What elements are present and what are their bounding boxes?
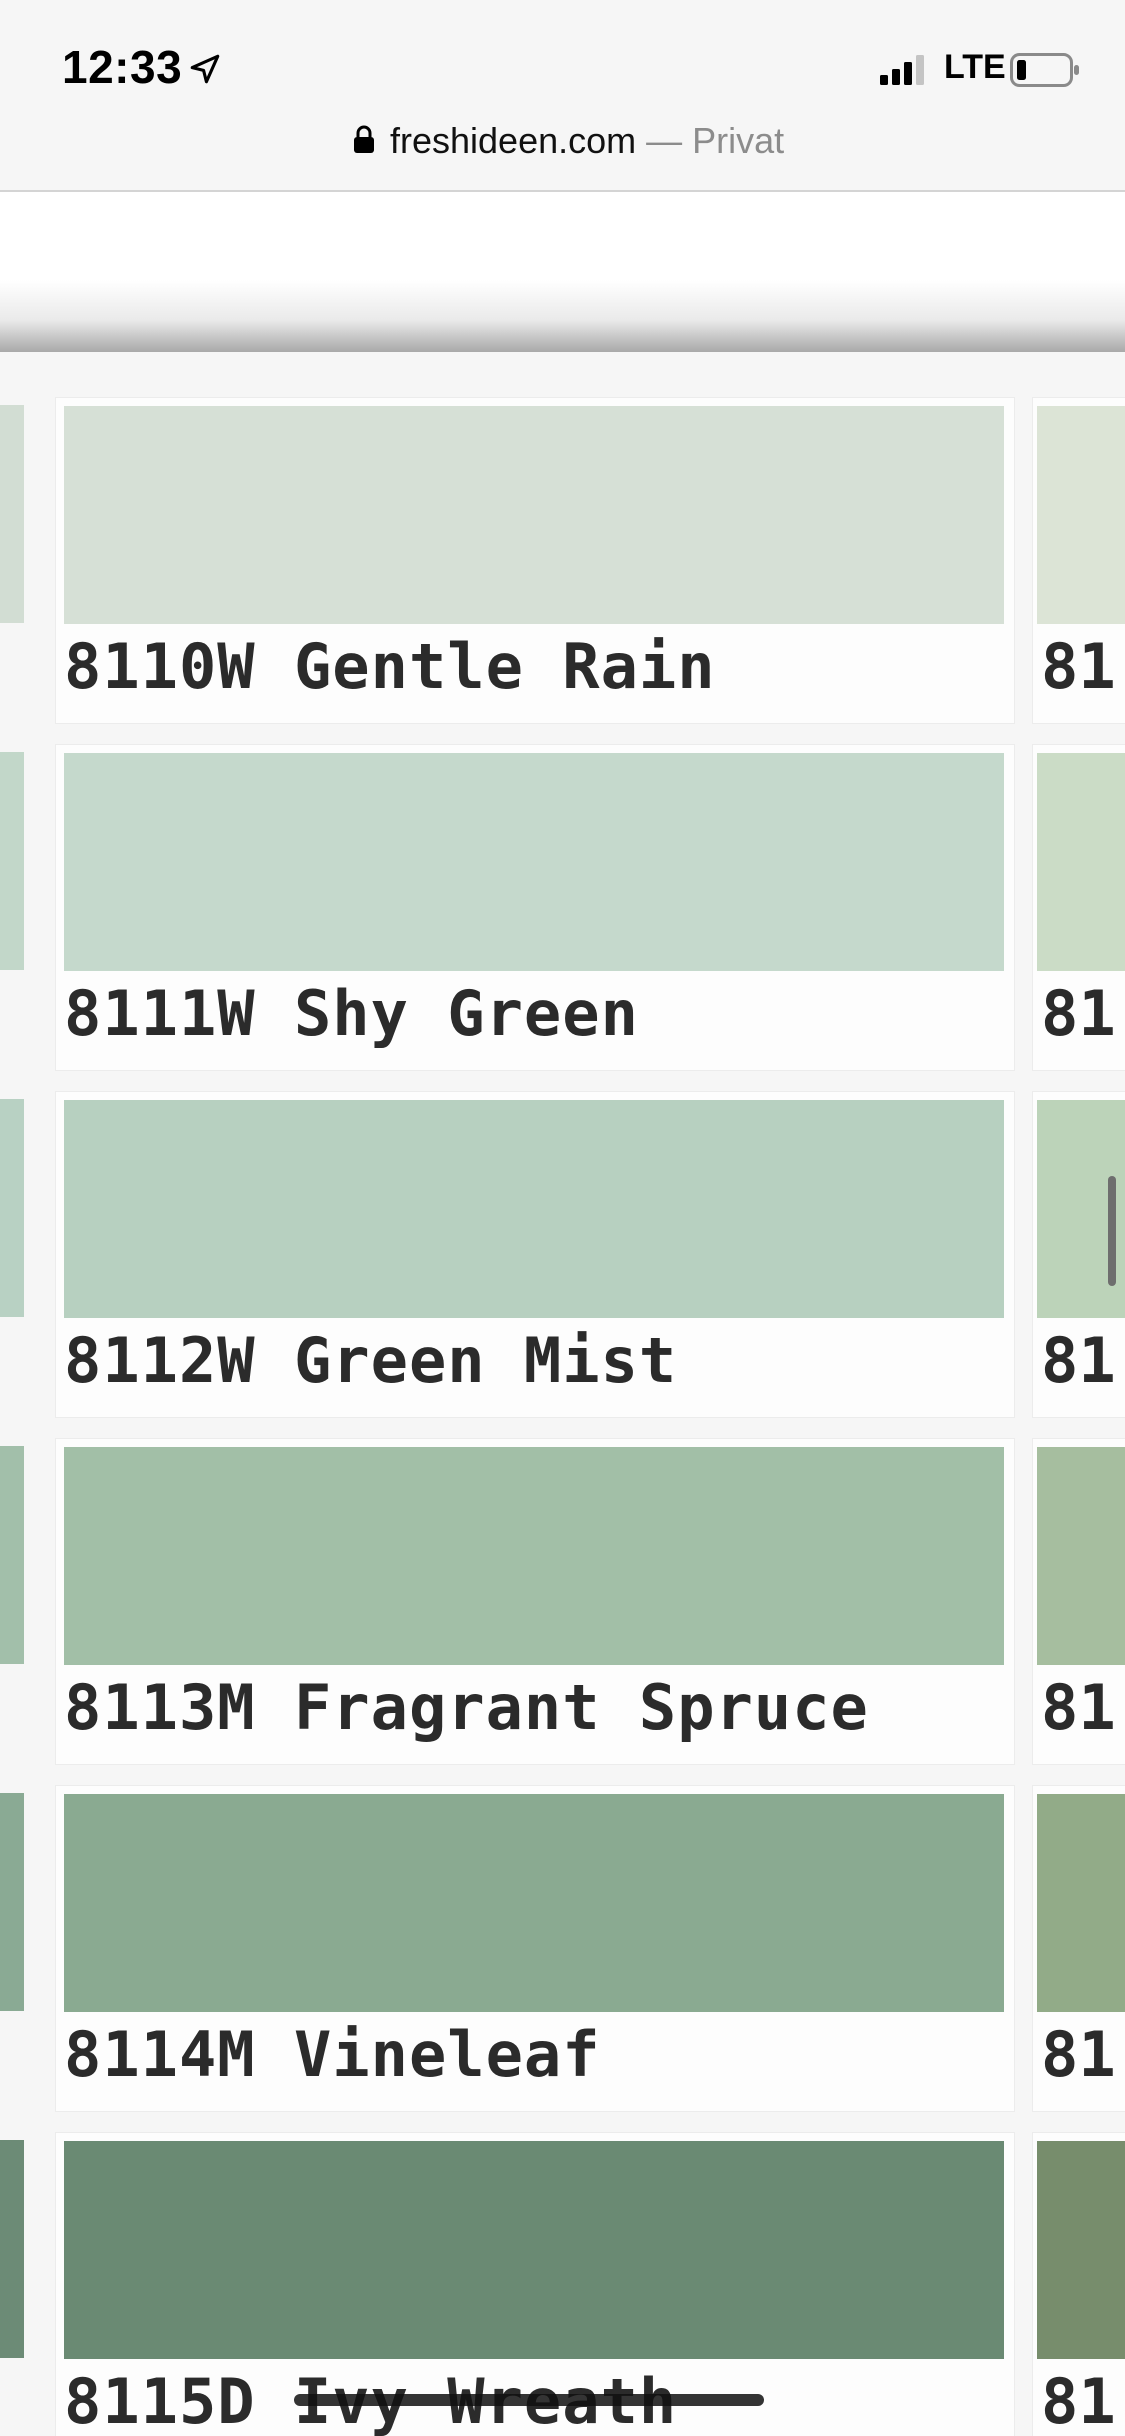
swatch-label: 81 [1041,977,1116,1050]
swatch-label: 81 [1041,2018,1116,2091]
swatch-color-partial-left[interactable] [0,752,24,970]
swatch-label: 81 [1041,2365,1116,2436]
status-time: 12:33 [62,41,183,93]
color-swatch-tile[interactable]: 8111W Shy Green [55,744,1015,1071]
address-bar[interactable]: freshideen.com — Privat [0,110,1125,192]
location-arrow-icon [190,54,220,84]
swatch-color[interactable] [64,406,1004,624]
swatch-label: 8111W Shy Green [64,977,639,1050]
swatch-color-partial-left[interactable] [0,1099,24,1317]
status-bar: 12:33 LTE [0,0,1125,120]
swatch-color[interactable] [1037,1447,1125,1665]
swatch-grid: 8110W Gentle Rain 81 8111W Shy Green 81 8112… [0,352,1125,2436]
color-swatch-tile-partial-right[interactable]: 81 [1032,397,1125,724]
color-swatch-tile[interactable]: 8113M Fragrant Spruce [55,1438,1015,1765]
swatch-label: 81 [1041,630,1116,703]
url-privacy-label: — Privat [636,120,785,161]
url-domain: freshideen.com [390,120,637,161]
swatch-color[interactable] [1037,2141,1125,2359]
color-swatch-tile[interactable]: 8114M Vineleaf [55,1785,1015,2112]
network-type: LTE [944,48,1006,86]
scrollbar[interactable] [1108,1176,1116,1286]
color-swatch-tile-partial-right[interactable]: 81 [1032,2132,1125,2436]
lock-icon [354,125,374,153]
color-swatch-tile[interactable]: 8110W Gentle Rain [55,397,1015,724]
swatch-label: 8112W Green Mist [64,1324,678,1397]
swatch-color[interactable] [64,2141,1004,2359]
swatch-label: 81 [1041,1324,1116,1397]
swatch-color[interactable] [1037,753,1125,971]
swatch-color-partial-left[interactable] [0,1446,24,1664]
swatch-label: 8110W Gentle Rain [64,630,716,703]
color-swatch-tile-partial-right[interactable]: 81 [1032,1438,1125,1765]
swatch-color[interactable] [1037,1794,1125,2012]
swatch-color-partial-left[interactable] [0,1793,24,2011]
page-header-banner [0,192,1125,352]
swatch-color[interactable] [64,1794,1004,2012]
url-text: freshideen.com — Privat [390,120,784,162]
swatch-color-partial-left[interactable] [0,2140,24,2358]
swatch-color[interactable] [1037,406,1125,624]
swatch-color[interactable] [64,1100,1004,1318]
home-indicator[interactable] [294,2394,764,2406]
cellular-signal-icon [880,55,924,85]
battery-low-icon [1010,53,1079,87]
swatch-label: 81 [1041,1671,1116,1744]
color-swatch-tile[interactable]: 8115D Ivy Wreath [55,2132,1015,2436]
swatch-color[interactable] [64,753,1004,971]
color-swatch-tile[interactable]: 8112W Green Mist [55,1091,1015,1418]
swatch-color[interactable] [64,1447,1004,1665]
swatch-color-partial-left[interactable] [0,405,24,623]
swatch-label: 8113M Fragrant Spruce [64,1671,869,1744]
swatch-label: 8114M Vineleaf [64,2018,601,2091]
color-swatch-tile-partial-right[interactable]: 81 [1032,744,1125,1071]
color-swatch-tile-partial-right[interactable]: 81 [1032,1785,1125,2112]
